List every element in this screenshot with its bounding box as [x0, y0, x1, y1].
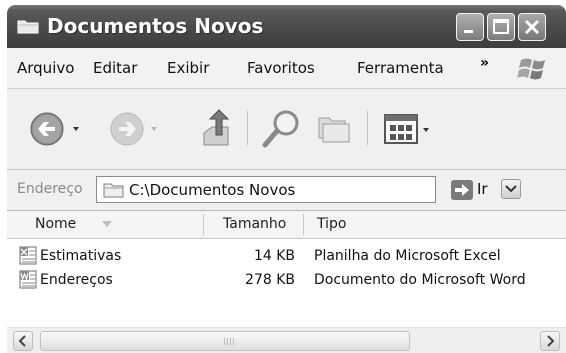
excel-file-icon — [19, 246, 37, 265]
address-bar: Endereço C:\Documentos Novos Ir — [7, 170, 566, 211]
address-input[interactable]: C:\Documentos Novos — [96, 176, 521, 203]
menu-editar[interactable]: Editar — [93, 59, 137, 77]
menu-arquivo[interactable]: Arquivo — [17, 59, 74, 77]
go-label[interactable]: Ir — [477, 180, 488, 198]
grip-icon — [224, 338, 236, 345]
list-item[interactable]: Endereços 278 KB Documento do Microsoft … — [7, 269, 566, 292]
menu-exibir[interactable]: Exibir — [167, 59, 209, 77]
horizontal-scrollbar[interactable] — [7, 327, 566, 353]
toolbar-separator — [367, 111, 368, 145]
back-icon — [30, 112, 79, 146]
file-type: Documento do Microsoft Word — [314, 272, 526, 288]
column-header-size[interactable]: Tamanho — [223, 216, 286, 232]
list-item[interactable]: Estimativas 14 KB Planilha do Microsoft … — [7, 245, 566, 268]
menu-favoritos[interactable]: Favoritos — [247, 59, 315, 77]
forward-icon — [110, 112, 157, 146]
forward-button[interactable] — [109, 111, 163, 153]
chevron-left-icon — [18, 335, 26, 347]
folders-icon — [318, 117, 350, 143]
minimize-button[interactable] — [456, 13, 484, 41]
file-size: 278 KB — [245, 272, 295, 288]
views-icon — [384, 114, 429, 144]
back-button[interactable] — [29, 111, 87, 153]
column-divider[interactable] — [303, 214, 304, 235]
column-header-name[interactable]: Nome — [35, 216, 76, 232]
minimize-icon — [464, 30, 473, 33]
scroll-thumb[interactable] — [40, 331, 410, 351]
up-folder-button[interactable] — [200, 109, 236, 153]
close-button[interactable] — [518, 13, 546, 41]
toolbar — [7, 89, 566, 170]
toolbar-separator — [247, 111, 248, 145]
folder-icon — [17, 20, 39, 34]
title-bar[interactable]: Documentos Novos — [7, 5, 566, 48]
maximize-icon — [493, 19, 509, 34]
file-name: Endereços — [40, 272, 113, 288]
go-arrow-icon — [451, 180, 473, 200]
chevron-down-icon — [505, 185, 517, 193]
sort-arrow-icon — [102, 221, 112, 227]
folder-icon — [103, 183, 124, 198]
explorer-window: Documentos Novos Arquivo Editar Exibir F… — [7, 5, 566, 353]
address-dropdown-button[interactable] — [501, 179, 521, 199]
file-size: 14 KB — [253, 248, 295, 264]
address-value: C:\Documentos Novos — [129, 181, 296, 199]
menu-ferramentas[interactable]: Ferramenta — [357, 59, 444, 77]
windows-logo — [507, 52, 557, 86]
word-file-icon — [19, 270, 37, 289]
address-label: Endereço — [17, 181, 83, 197]
file-name: Estimativas — [40, 248, 122, 264]
up-folder-icon — [203, 109, 230, 146]
column-header-type[interactable]: Tipo — [317, 216, 346, 232]
maximize-button[interactable] — [487, 13, 515, 41]
search-button[interactable] — [260, 108, 304, 154]
chevron-right-icon — [547, 335, 555, 347]
column-divider[interactable] — [203, 214, 204, 235]
go-button[interactable] — [450, 179, 474, 205]
scroll-left-button[interactable] — [13, 331, 33, 351]
menu-overflow-button[interactable]: » — [480, 55, 489, 71]
folders-button[interactable] — [313, 110, 353, 150]
file-type: Planilha do Microsoft Excel — [314, 248, 501, 264]
views-button[interactable] — [383, 111, 439, 151]
scroll-right-button[interactable] — [540, 331, 560, 351]
search-icon — [262, 110, 299, 148]
window-title: Documentos Novos — [47, 14, 264, 38]
menu-bar: Arquivo Editar Exibir Favoritos Ferramen… — [7, 48, 566, 89]
close-icon — [524, 19, 540, 35]
list-header: Nome Tamanho Tipo — [7, 211, 566, 239]
